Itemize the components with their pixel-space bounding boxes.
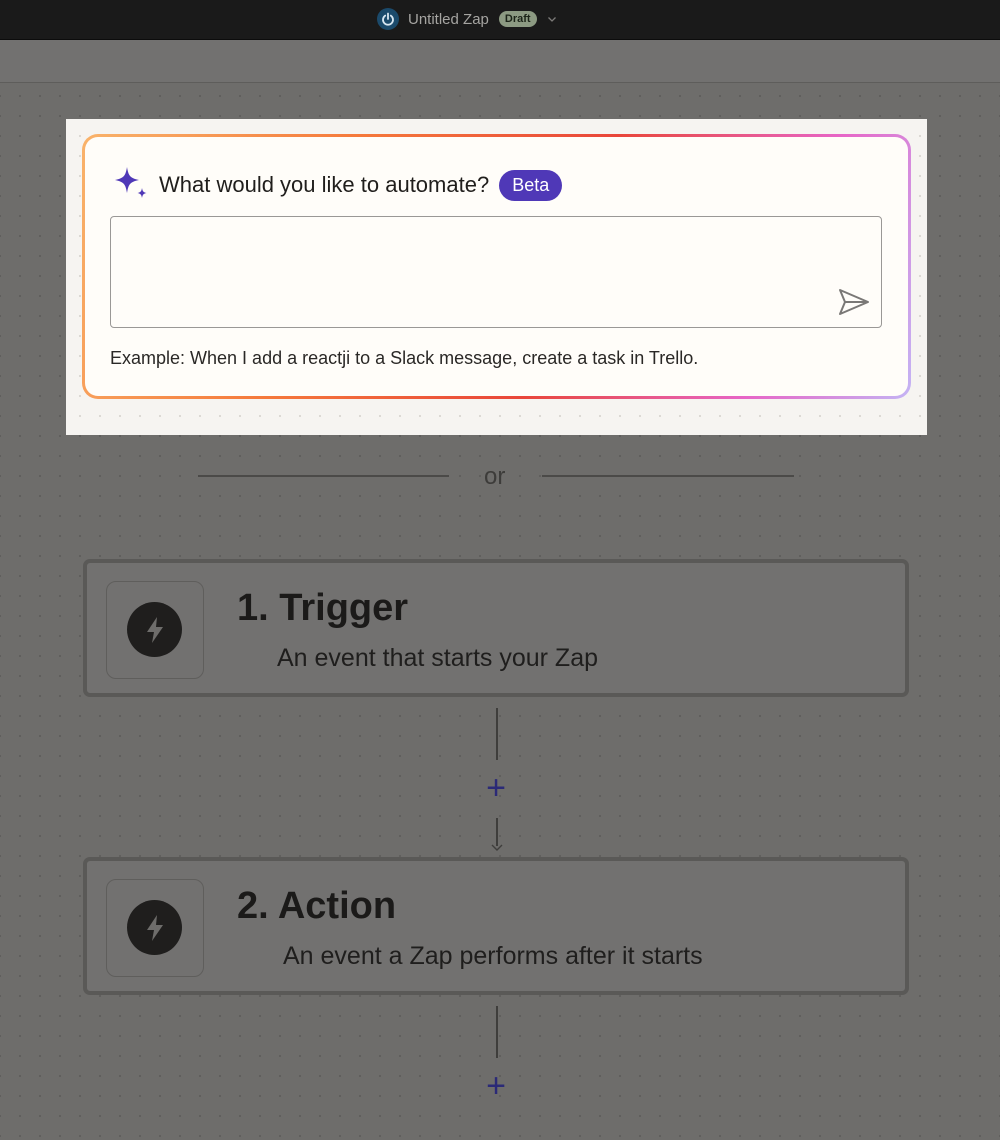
zap-title-menu[interactable]: Untitled Zap Draft <box>377 8 557 30</box>
ai-prompt-question: What would you like to automate? <box>159 172 490 197</box>
sub-toolbar <box>0 40 1000 83</box>
zap-name[interactable]: Untitled Zap <box>408 11 489 28</box>
automation-prompt-box <box>110 216 882 328</box>
divider-right <box>542 475 794 477</box>
trigger-step-card[interactable]: 1. Trigger An event that starts your Zap <box>83 559 909 697</box>
action-step-description: An event a Zap performs after it starts <box>283 942 703 970</box>
send-icon[interactable] <box>837 287 871 317</box>
sparkle-icon <box>115 167 147 198</box>
connector-line <box>496 708 498 760</box>
or-label: or <box>484 463 506 490</box>
trigger-step-title: 1. Trigger <box>237 587 409 629</box>
add-step-button[interactable]: + <box>480 1069 512 1103</box>
status-badge: Draft <box>498 11 537 27</box>
chevron-down-icon[interactable] <box>547 14 557 24</box>
lightning-bolt-icon <box>146 914 163 941</box>
trigger-icon-tile <box>106 581 204 679</box>
automation-prompt-input[interactable] <box>111 217 881 327</box>
add-step-button[interactable]: + <box>480 771 512 805</box>
example-hint: Example: When I add a reactji to a Slack… <box>110 348 699 368</box>
ai-prompt-panel: What would you like to automate? Beta Ex… <box>66 119 927 435</box>
arrow-down-icon <box>491 844 503 851</box>
divider-left <box>198 475 449 477</box>
trigger-step-description: An event that starts your Zap <box>277 644 598 672</box>
top-bar: Untitled Zap Draft <box>0 0 1000 40</box>
connector-line <box>496 1006 498 1058</box>
power-icon[interactable] <box>377 8 399 30</box>
ai-prompt-card: What would you like to automate? Beta Ex… <box>82 134 911 399</box>
action-step-title: 2. Action <box>237 885 397 927</box>
lightning-bolt-icon <box>146 616 163 643</box>
action-step-card[interactable]: 2. Action An event a Zap performs after … <box>83 857 909 995</box>
beta-badge: Beta <box>499 169 563 201</box>
action-icon-tile <box>106 879 204 977</box>
